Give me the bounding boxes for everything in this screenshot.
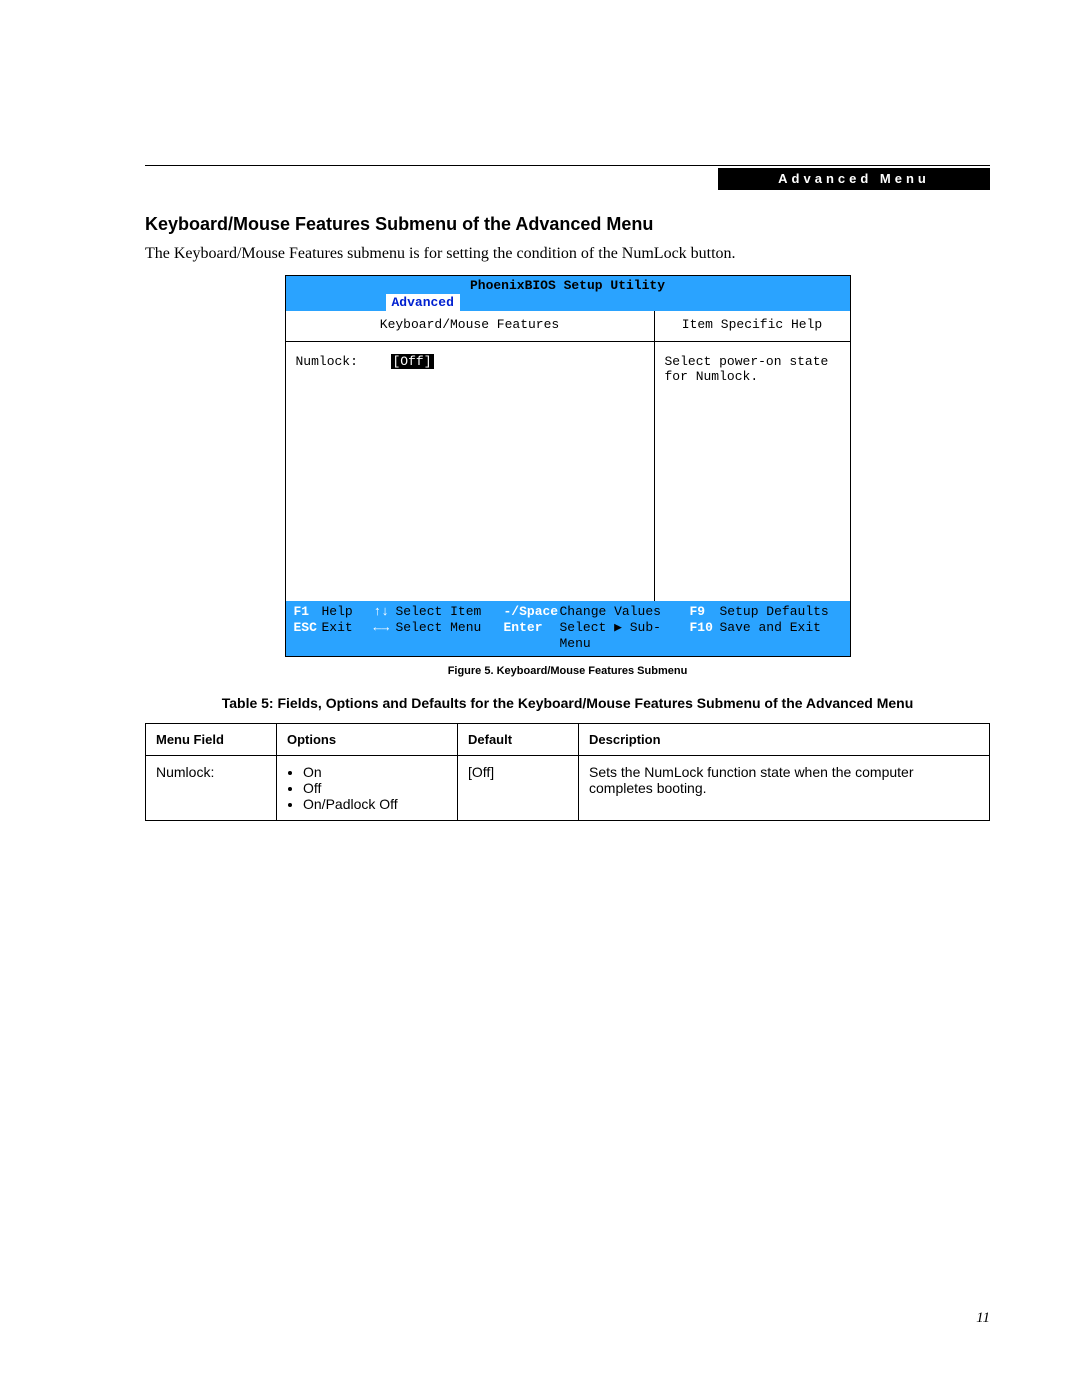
bios-field-value[interactable]: [Off] <box>391 354 434 369</box>
bios-help-panel: Item Specific Help Select power-on state… <box>655 311 850 601</box>
cell-menu-field: Numlock: <box>146 756 277 821</box>
bios-key-label: Select Menu <box>396 620 504 652</box>
bios-help-line: Select power-on state <box>665 354 840 369</box>
bios-key-label: Exit <box>322 620 374 652</box>
list-item: Off <box>303 780 447 796</box>
bios-main-header: Keyboard/Mouse Features <box>286 311 654 342</box>
bios-key-esc: ESC <box>294 620 322 652</box>
bios-footer: F1 Help ↑↓ Select Item -/Space Change Va… <box>286 601 850 656</box>
list-item: On <box>303 764 447 780</box>
cell-description: Sets the NumLock function state when the… <box>579 756 990 821</box>
bios-key-f9: F9 <box>690 604 720 620</box>
th-default: Default <box>458 724 579 756</box>
bios-key-label: Help <box>322 604 374 620</box>
bios-key-label: Setup Defaults <box>720 604 829 620</box>
section-heading: Keyboard/Mouse Features Submenu of the A… <box>145 214 990 235</box>
bios-key-leftright: ←→ <box>374 620 396 652</box>
bios-key-enter: Enter <box>504 620 560 652</box>
header-rule <box>145 165 990 166</box>
bios-field-label: Numlock: <box>296 354 391 369</box>
cell-options: On Off On/Padlock Off <box>277 756 458 821</box>
bios-tab-advanced[interactable]: Advanced <box>386 294 460 311</box>
figure-caption: Figure 5. Keyboard/Mouse Features Submen… <box>145 665 990 677</box>
bios-key-label: Select Item <box>396 604 504 620</box>
th-options: Options <box>277 724 458 756</box>
cell-default: [Off] <box>458 756 579 821</box>
bios-help-line: for Numlock. <box>665 369 840 384</box>
header-bar: Advanced Menu <box>718 168 990 190</box>
list-item: On/Padlock Off <box>303 796 447 812</box>
bios-help-header: Item Specific Help <box>655 311 850 342</box>
page-number: 11 <box>976 1310 990 1327</box>
table-caption: Table 5: Fields, Options and Defaults fo… <box>145 695 990 711</box>
bios-key-label: Select ▶ Sub-Menu <box>560 620 690 652</box>
bios-key-space: -/Space <box>504 604 560 620</box>
fields-table: Menu Field Options Default Description N… <box>145 723 990 821</box>
th-description: Description <box>579 724 990 756</box>
bios-tab-bar: Advanced <box>286 294 850 311</box>
section-intro: The Keyboard/Mouse Features submenu is f… <box>145 243 990 265</box>
bios-screenshot: PhoenixBIOS Setup Utility Advanced Keybo… <box>285 275 851 657</box>
bios-main-panel: Keyboard/Mouse Features Numlock: [Off] <box>286 311 655 601</box>
bios-key-f1: F1 <box>294 604 322 620</box>
th-menu-field: Menu Field <box>146 724 277 756</box>
bios-key-label: Save and Exit <box>720 620 821 652</box>
table-row: Numlock: On Off On/Padlock Off [Off] Set… <box>146 756 990 821</box>
table-header-row: Menu Field Options Default Description <box>146 724 990 756</box>
bios-key-label: Change Values <box>560 604 690 620</box>
bios-title: PhoenixBIOS Setup Utility <box>286 276 850 294</box>
bios-key-f10: F10 <box>690 620 720 652</box>
bios-key-updown: ↑↓ <box>374 604 396 620</box>
